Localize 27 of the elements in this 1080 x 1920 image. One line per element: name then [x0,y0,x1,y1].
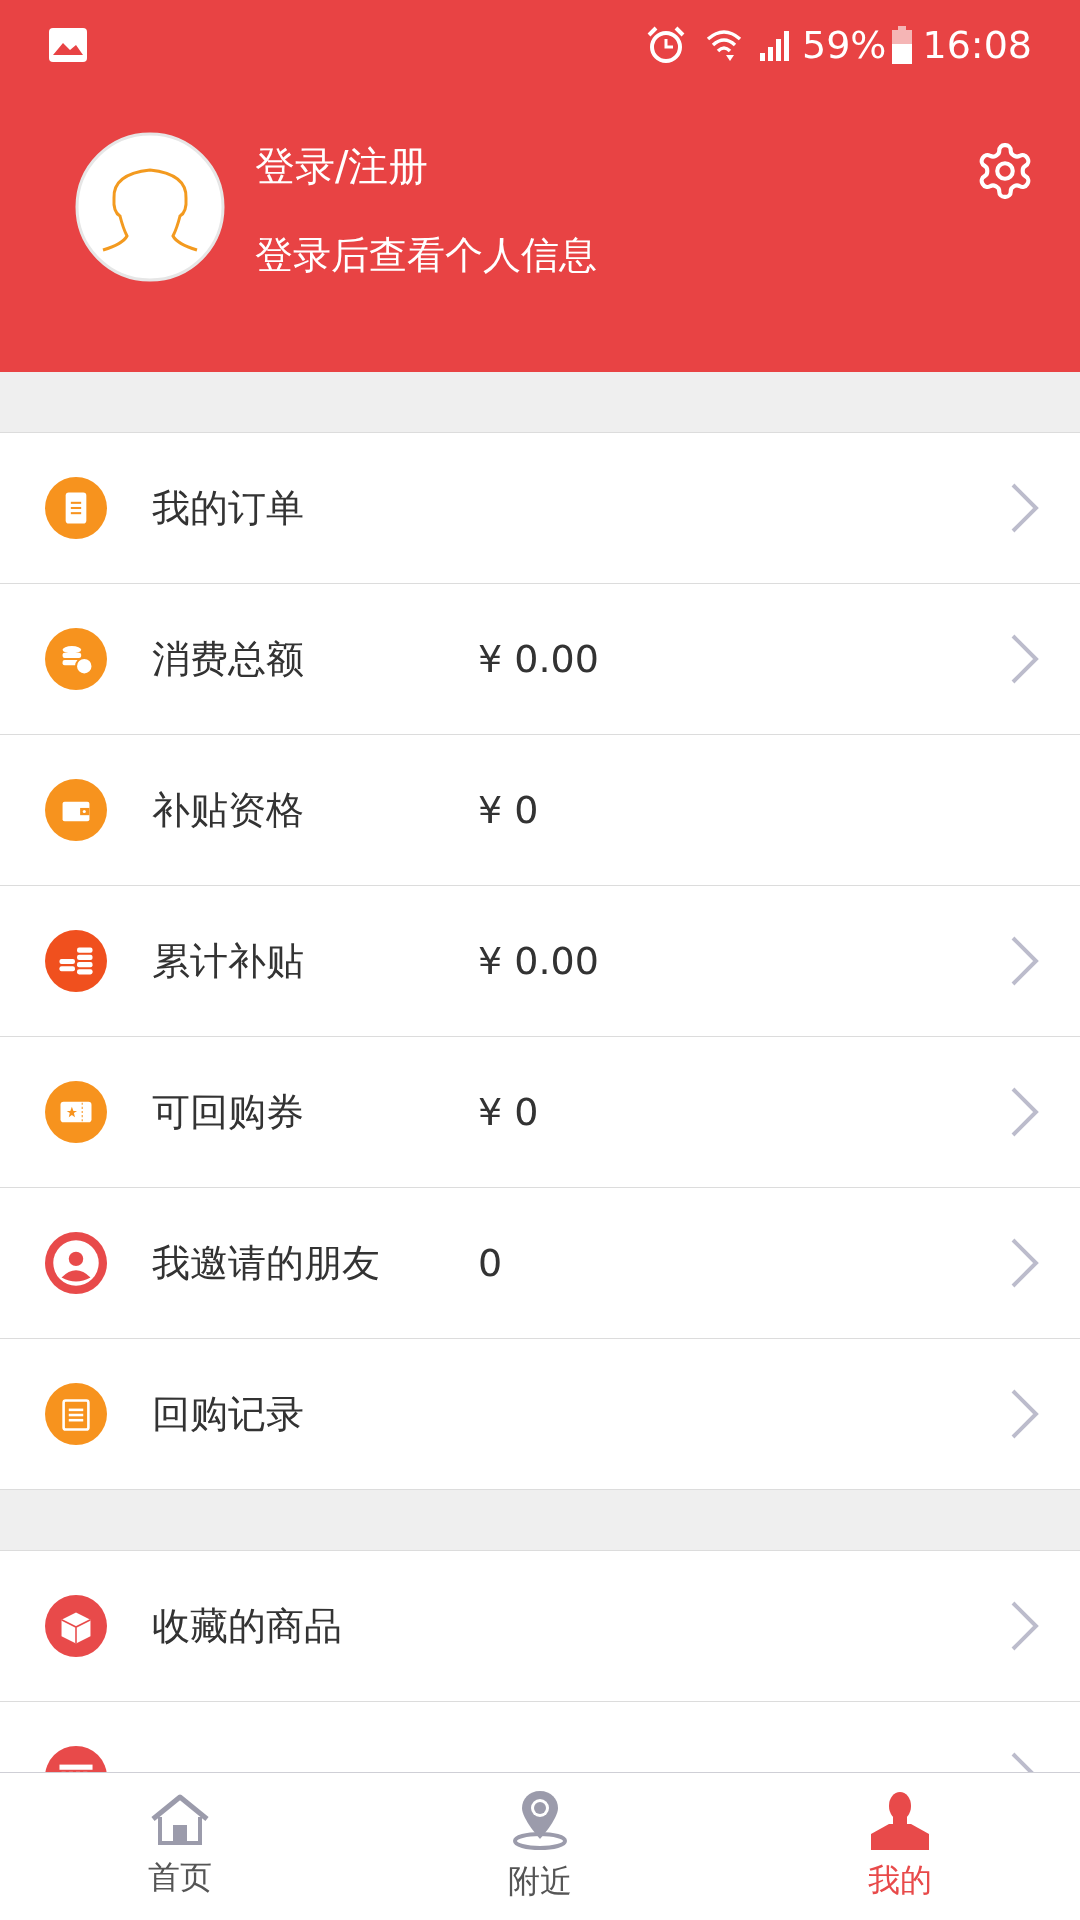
menu-label: 我邀请的朋友 [152,1240,380,1285]
menu-label: 累计补贴 [152,938,304,983]
login-register-link[interactable]: 登录/注册 [255,138,429,194]
menu-label: 补贴资格 [152,787,304,832]
alarm-icon [646,25,686,65]
menu-value: ¥ 0 [478,786,539,834]
menu-label: 我的订单 [152,485,304,530]
clock-time: 16:08 [922,21,1032,69]
menu-value: ¥ 0 [478,1088,539,1136]
battery-percent: 59% [802,21,887,69]
nav-tab[interactable]: 我的 [720,1773,1080,1920]
nav-tab[interactable]: 附近 [360,1773,720,1920]
menu-value: ¥ 0.00 [478,937,599,985]
battery-icon [892,26,913,64]
home-icon [149,1792,211,1847]
menu-label: 消费总额 [152,636,304,681]
image-icon [48,27,88,63]
nav-tab[interactable]: 首页 [0,1773,360,1920]
login-hint: 登录后查看个人信息 [255,232,597,279]
menu-label: 可回购券 [152,1089,304,1134]
user-icon [871,1789,929,1850]
avatar-icon[interactable] [75,132,225,282]
menu-label: 回购记录 [152,1391,304,1436]
location-pin-icon [512,1788,568,1851]
menu-label: 收藏的商品 [152,1603,342,1648]
menu-value: 0 [478,1239,503,1287]
menu-value: ¥ 0.00 [478,635,599,683]
